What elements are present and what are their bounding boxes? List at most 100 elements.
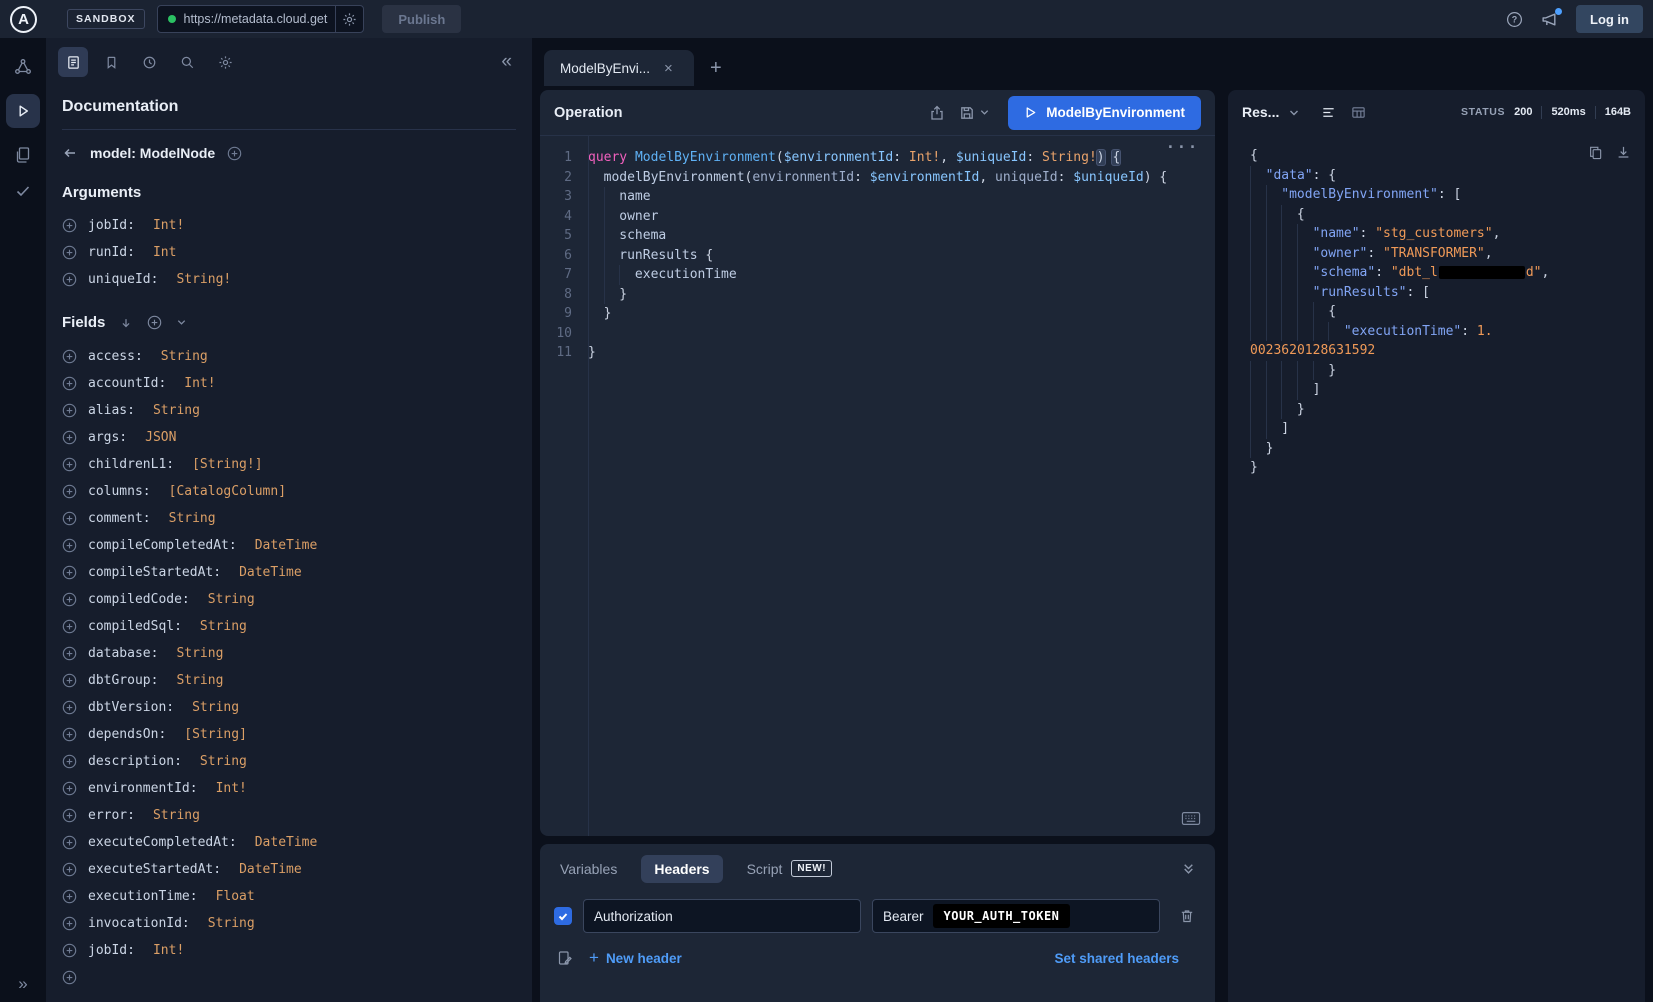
documentation-tab-icon[interactable] xyxy=(58,47,88,77)
login-button[interactable]: Log in xyxy=(1576,5,1643,33)
add-to-query-icon[interactable] xyxy=(62,781,77,796)
code-line[interactable]: "name": "stg_customers", xyxy=(1250,224,1631,244)
add-to-query-icon[interactable] xyxy=(62,403,77,418)
publish-button[interactable]: Publish xyxy=(382,5,461,33)
add-to-query-icon[interactable] xyxy=(62,646,77,661)
set-shared-headers-button[interactable]: Set shared headers xyxy=(1054,951,1179,966)
graph-endpoint-input[interactable]: https://metadata.cloud.get xyxy=(157,5,365,33)
field-row[interactable]: executionTime:Float xyxy=(62,883,516,910)
code-line[interactable]: } xyxy=(1250,439,1631,459)
add-to-query-icon[interactable] xyxy=(62,862,77,877)
field-row[interactable]: comment:String xyxy=(62,505,516,532)
header-enabled-checkbox[interactable] xyxy=(554,907,572,925)
request-tab-variables[interactable]: Variables xyxy=(560,855,617,883)
code-line[interactable]: 4owner xyxy=(540,207,1215,227)
field-row[interactable]: description:String xyxy=(62,748,516,775)
operations-nav-icon[interactable] xyxy=(14,146,32,164)
code-line[interactable]: "modelByEnvironment": [ xyxy=(1250,185,1631,205)
add-all-fields-icon[interactable] xyxy=(227,146,242,161)
copy-response-icon[interactable] xyxy=(1588,145,1603,160)
apollo-logo[interactable]: A xyxy=(10,6,37,33)
argument-row[interactable]: jobId:Int! xyxy=(62,212,516,239)
add-to-query-icon[interactable] xyxy=(62,943,77,958)
bookmarks-icon[interactable] xyxy=(96,47,126,77)
field-row[interactable]: database:String xyxy=(62,640,516,667)
field-row[interactable]: executeStartedAt:DateTime xyxy=(62,856,516,883)
close-tab-icon[interactable]: × xyxy=(664,60,673,77)
field-row[interactable]: executeCompletedAt:DateTime xyxy=(62,829,516,856)
field-row[interactable]: error:String xyxy=(62,802,516,829)
download-response-icon[interactable] xyxy=(1616,145,1631,160)
code-line[interactable]: 0023620128631592 xyxy=(1250,341,1631,361)
add-to-query-icon[interactable] xyxy=(62,245,77,260)
more-options-icon[interactable]: ··· xyxy=(1166,138,1199,158)
code-line[interactable]: "schema": "dbt_ld", xyxy=(1250,263,1631,283)
help-icon[interactable]: ? xyxy=(1506,11,1523,28)
new-header-button[interactable]: + New header xyxy=(589,948,682,968)
request-tab-script[interactable]: ScriptNEW! xyxy=(747,854,832,883)
code-line[interactable]: 3name xyxy=(540,187,1215,207)
add-to-query-icon[interactable] xyxy=(62,511,77,526)
code-line[interactable]: ] xyxy=(1250,380,1631,400)
code-line[interactable]: 8} xyxy=(540,285,1215,305)
add-to-query-icon[interactable] xyxy=(62,457,77,472)
code-line[interactable]: "owner": "TRANSFORMER", xyxy=(1250,244,1631,264)
collapse-request-panel-icon[interactable] xyxy=(1182,862,1195,875)
json-view-icon[interactable] xyxy=(1321,105,1336,120)
code-line[interactable]: 10 xyxy=(540,324,1215,344)
code-line[interactable]: { xyxy=(1250,205,1631,225)
collapse-panel-icon[interactable]: « xyxy=(501,51,520,73)
explorer-settings-icon[interactable] xyxy=(210,47,240,77)
add-to-query-icon[interactable] xyxy=(62,916,77,931)
field-row[interactable]: jobId:Int! xyxy=(62,937,516,964)
field-row[interactable]: environmentId:Int! xyxy=(62,775,516,802)
response-selector[interactable]: Res... xyxy=(1242,104,1279,120)
field-row[interactable]: compiledCode:String xyxy=(62,586,516,613)
code-line[interactable]: 11} xyxy=(540,343,1215,363)
new-tab-icon[interactable]: + xyxy=(704,57,728,80)
code-line[interactable]: 9} xyxy=(540,304,1215,324)
add-to-query-icon[interactable] xyxy=(62,430,77,445)
add-to-query-icon[interactable] xyxy=(62,619,77,634)
add-to-query-icon[interactable] xyxy=(62,835,77,850)
history-icon[interactable] xyxy=(134,47,164,77)
add-to-query-icon[interactable] xyxy=(62,754,77,769)
field-row[interactable]: childrenL1:[String!] xyxy=(62,451,516,478)
add-to-query-icon[interactable] xyxy=(62,218,77,233)
add-to-query-icon[interactable] xyxy=(62,592,77,607)
field-row[interactable]: dbtGroup:String xyxy=(62,667,516,694)
field-row[interactable]: compileStartedAt:DateTime xyxy=(62,559,516,586)
code-line[interactable]: } xyxy=(1250,361,1631,381)
add-to-query-icon[interactable] xyxy=(62,700,77,715)
request-tab-headers[interactable]: Headers xyxy=(641,855,722,883)
keyboard-shortcuts-icon[interactable] xyxy=(1181,811,1201,826)
field-row[interactable]: dbtVersion:String xyxy=(62,694,516,721)
code-line[interactable]: } xyxy=(1250,458,1631,478)
add-to-query-icon[interactable] xyxy=(62,889,77,904)
code-line[interactable]: 2modelByEnvironment(environmentId: $envi… xyxy=(540,168,1215,188)
code-line[interactable]: 7executionTime xyxy=(540,265,1215,285)
field-row[interactable]: alias:String xyxy=(62,397,516,424)
add-to-query-icon[interactable] xyxy=(62,673,77,688)
add-to-query-icon[interactable] xyxy=(62,484,77,499)
environment-variables-icon[interactable] xyxy=(557,950,573,966)
field-row[interactable]: compiledSql:String xyxy=(62,613,516,640)
header-key-input[interactable]: Authorization xyxy=(583,899,861,933)
search-icon[interactable] xyxy=(172,47,202,77)
add-to-query-icon[interactable] xyxy=(62,376,77,391)
run-operation-button[interactable]: ModelByEnvironment xyxy=(1008,96,1201,130)
code-line[interactable]: 5schema xyxy=(540,226,1215,246)
field-row[interactable]: access:String xyxy=(62,343,516,370)
add-to-query-icon[interactable] xyxy=(62,808,77,823)
sort-fields-icon[interactable] xyxy=(119,316,133,330)
field-row[interactable] xyxy=(62,964,516,991)
code-line[interactable]: { xyxy=(1250,146,1631,166)
field-row[interactable]: invocationId:String xyxy=(62,910,516,937)
add-fields-icon[interactable] xyxy=(147,315,162,330)
code-line[interactable]: "runResults": [ xyxy=(1250,283,1631,303)
field-row[interactable]: compileCompletedAt:DateTime xyxy=(62,532,516,559)
back-arrow-icon[interactable] xyxy=(62,145,78,161)
response-selector-chevron-icon[interactable] xyxy=(1288,107,1300,119)
delete-header-icon[interactable] xyxy=(1179,908,1195,924)
header-value-input[interactable]: Bearer YOUR_AUTH_TOKEN xyxy=(872,899,1160,933)
